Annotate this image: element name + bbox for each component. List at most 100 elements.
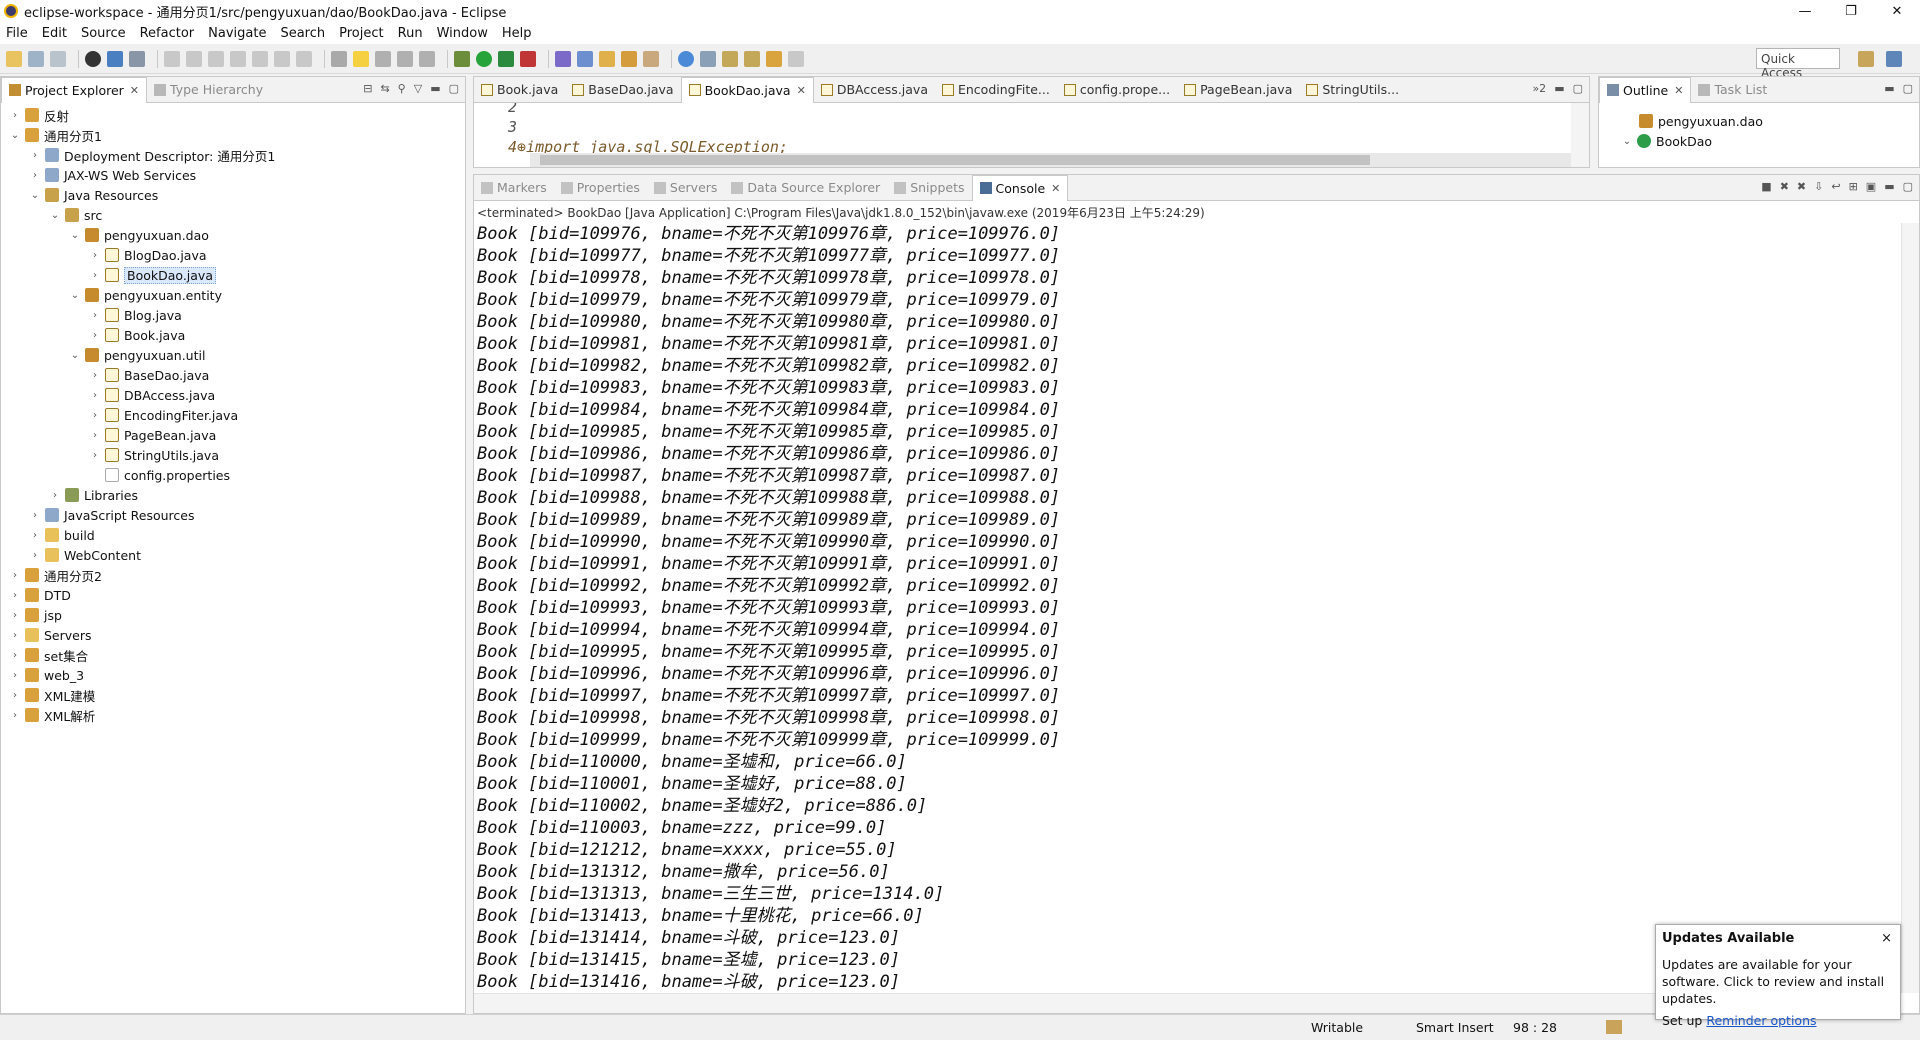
chevron-down-icon[interactable]: ⌄ — [49, 210, 61, 221]
maximize-view-icon[interactable]: ▢ — [1903, 82, 1913, 95]
tree-item[interactable]: › BookDao.java — [1, 265, 465, 285]
chevron-right-icon[interactable]: › — [9, 650, 21, 661]
suspend-icon[interactable] — [186, 50, 202, 67]
filters-icon[interactable]: ⚲ — [398, 82, 406, 95]
word-wrap-icon[interactable] — [397, 50, 413, 67]
tab-data-source-explorer[interactable]: Data Source Explorer — [724, 175, 887, 201]
tree-item[interactable]: › Libraries — [1, 485, 465, 505]
minimize-view-icon[interactable]: ▬ — [1884, 180, 1894, 193]
annotation-icon[interactable] — [700, 50, 716, 67]
close-icon[interactable]: ✕ — [1674, 84, 1683, 97]
tree-item[interactable]: ⌄ 通用分页1 — [1, 125, 465, 145]
tree-item[interactable]: › jsp — [1, 605, 465, 625]
tree-item[interactable]: › JAX-WS Web Services — [1, 165, 465, 185]
menu-run[interactable]: Run — [398, 26, 423, 41]
chevron-down-icon[interactable]: ⌄ — [1621, 136, 1633, 147]
profile-icon[interactable] — [85, 50, 101, 67]
tree-item[interactable]: › DTD — [1, 585, 465, 605]
step-return-icon[interactable] — [296, 50, 312, 67]
chevron-down-icon[interactable]: ⌄ — [69, 230, 81, 241]
tree-item[interactable]: › WebContent — [1, 545, 465, 565]
tab-snippets[interactable]: Snippets — [887, 175, 971, 201]
tree-item[interactable]: ⌄ pengyuxuan.entity — [1, 285, 465, 305]
link-with-editor-icon[interactable]: ⇆ — [380, 82, 389, 95]
chevron-right-icon[interactable]: › — [89, 310, 101, 321]
show-whitespace-icon[interactable] — [419, 50, 435, 67]
tree-item[interactable]: › DBAccess.java — [1, 385, 465, 405]
terminal-icon[interactable] — [107, 50, 123, 67]
tree-item[interactable]: › build — [1, 525, 465, 545]
word-wrap-icon[interactable]: ↩ — [1831, 180, 1840, 193]
tree-item[interactable]: › XML建模 — [1, 685, 465, 705]
chevron-right-icon[interactable]: › — [9, 670, 21, 681]
drop-to-frame-icon[interactable] — [331, 50, 347, 67]
chevron-down-icon[interactable]: ⌄ — [69, 350, 81, 361]
close-icon[interactable]: ✕ — [797, 84, 806, 97]
tree-item[interactable]: › BaseDao.java — [1, 365, 465, 385]
debug-icon[interactable] — [454, 50, 470, 67]
tree-item[interactable]: ⌄ src — [1, 205, 465, 225]
chevron-right-icon[interactable]: › — [9, 690, 21, 701]
chevron-right-icon[interactable]: › — [9, 570, 21, 581]
tab-markers[interactable]: Markers — [474, 175, 554, 201]
menu-help[interactable]: Help — [502, 26, 532, 41]
tree-item[interactable]: › StringUtils.java — [1, 445, 465, 465]
tree-item[interactable]: › web_3 — [1, 665, 465, 685]
chevron-right-icon[interactable]: › — [89, 330, 101, 341]
save-icon[interactable] — [28, 50, 44, 67]
tree-item[interactable]: › EncodingFiter.java — [1, 405, 465, 425]
chevron-right-icon[interactable]: › — [29, 510, 41, 521]
close-icon[interactable]: × — [1881, 931, 1892, 946]
display-console-icon[interactable]: ▣ — [1866, 180, 1876, 193]
tree-item[interactable]: ⌄ Java Resources — [1, 185, 465, 205]
chevron-right-icon[interactable]: › — [9, 610, 21, 621]
terminate-icon[interactable] — [208, 50, 224, 67]
editor-tab[interactable]: config.prope... — [1057, 77, 1177, 103]
tree-item[interactable]: ⌄ pengyuxuan.util — [1, 345, 465, 365]
coverage-icon[interactable] — [498, 50, 514, 67]
open-task-icon[interactable] — [621, 50, 637, 67]
outline-item[interactable]: pengyuxuan.dao — [1639, 111, 1919, 131]
tab-outline[interactable]: Outline ✕ — [1599, 76, 1692, 103]
tree-item[interactable]: › Deployment Descriptor: 通用分页1 — [1, 145, 465, 165]
view-menu-icon[interactable]: ▽ — [414, 82, 422, 95]
tree-item[interactable]: › BlogDao.java — [1, 245, 465, 265]
tree-item[interactable]: › Servers — [1, 625, 465, 645]
outline-item[interactable]: ⌄ BookDao — [1621, 131, 1919, 151]
tab-task-list[interactable]: Task List — [1691, 77, 1774, 103]
maximize-view-icon[interactable]: ▢ — [449, 82, 459, 95]
editor-tab[interactable]: Book.java — [474, 77, 565, 103]
chevron-right-icon[interactable]: › — [29, 150, 41, 161]
editor-tab[interactable]: BookDao.java ✕ — [680, 76, 814, 103]
previous-annotation-icon[interactable] — [744, 50, 760, 67]
tree-item[interactable]: › Blog.java — [1, 305, 465, 325]
menu-search[interactable]: Search — [280, 26, 325, 41]
tree-item[interactable]: › XML解析 — [1, 705, 465, 725]
chevron-right-icon[interactable]: › — [49, 490, 61, 501]
menu-file[interactable]: File — [6, 26, 28, 41]
tree-item[interactable]: › Book.java — [1, 325, 465, 345]
menu-window[interactable]: Window — [437, 26, 488, 41]
chevron-right-icon[interactable]: › — [29, 550, 41, 561]
editor-tab[interactable]: EncodingFite... — [935, 77, 1057, 103]
tree-item[interactable]: › set集合 — [1, 645, 465, 665]
chevron-right-icon[interactable]: › — [29, 530, 41, 541]
chevron-right-icon[interactable]: › — [89, 270, 101, 281]
resume-icon[interactable] — [164, 50, 180, 67]
quick-access-input[interactable]: Quick Access — [1756, 48, 1840, 80]
minimize-button[interactable]: — — [1782, 0, 1828, 22]
tab-properties[interactable]: Properties — [554, 175, 647, 201]
forward-icon[interactable] — [788, 50, 804, 67]
open-type-icon[interactable] — [599, 50, 615, 67]
disconnect-icon[interactable] — [230, 50, 246, 67]
close-icon[interactable]: ✕ — [1051, 182, 1060, 195]
chevron-right-icon[interactable]: › — [29, 170, 41, 181]
tree-item[interactable]: › 反射 — [1, 105, 465, 125]
scroll-lock-icon[interactable]: ⇩ — [1814, 180, 1823, 193]
chevron-right-icon[interactable]: › — [89, 370, 101, 381]
collapse-all-icon[interactable]: ⊟ — [363, 82, 372, 95]
chevron-right-icon[interactable]: › — [89, 250, 101, 261]
chevron-right-icon[interactable]: › — [9, 630, 21, 641]
tab-overflow-button[interactable]: »2 — [1532, 82, 1546, 95]
open-perspective-icon[interactable] — [1858, 51, 1874, 67]
